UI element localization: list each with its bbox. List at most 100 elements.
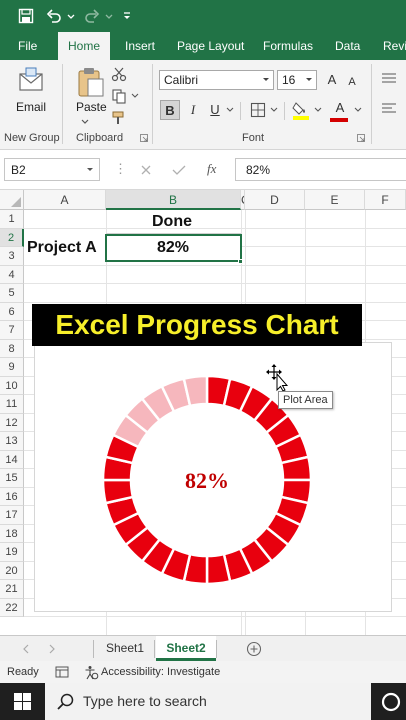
cortana-icon[interactable] [380, 691, 402, 713]
borders-dropdown-icon[interactable] [270, 107, 278, 113]
save-icon[interactable] [18, 8, 34, 24]
row-header-3[interactable]: 3 [0, 247, 24, 266]
row-header-1[interactable]: 1 [0, 210, 24, 229]
tab-home[interactable]: Home [58, 32, 111, 60]
cell-b1-text: Done [152, 213, 192, 230]
gridline-row [24, 301, 406, 303]
sheet-tab-sheet2[interactable]: Sheet2 [156, 636, 216, 661]
tab-data[interactable]: Data [335, 39, 360, 53]
column-header-e[interactable]: E [305, 190, 365, 210]
email-icon[interactable] [17, 66, 45, 94]
fill-handle[interactable] [238, 259, 243, 264]
group-divider [62, 64, 63, 144]
undo-dropdown-icon[interactable] [66, 8, 76, 24]
enter-icon[interactable] [172, 164, 186, 176]
grow-font-button[interactable]: A [322, 70, 342, 90]
customize-quick-access-icon[interactable] [122, 8, 132, 24]
fill-color-dropdown-icon[interactable] [314, 107, 322, 113]
font-color-button[interactable]: A [330, 98, 350, 118]
formula-input[interactable]: 82% [235, 158, 406, 181]
italic-button[interactable]: I [183, 100, 203, 120]
paste-dropdown-icon[interactable] [80, 118, 90, 126]
more-icon: ⋮ [114, 161, 127, 176]
separator [284, 102, 285, 120]
fill-color-icon[interactable] [292, 100, 310, 120]
align-top-icon[interactable] [381, 72, 397, 86]
row-header-12[interactable]: 12 [0, 413, 24, 432]
select-all-corner[interactable] [0, 190, 24, 210]
accessibility-status[interactable]: Accessibility: Investigate [101, 666, 220, 678]
font-color-dropdown-icon[interactable] [354, 107, 362, 113]
separator [93, 640, 94, 658]
taskbar-search-box[interactable]: Type here to search [45, 683, 371, 720]
row-header-5[interactable]: 5 [0, 284, 24, 303]
insert-function-button[interactable]: fx [207, 161, 216, 177]
row-header-17[interactable]: 17 [0, 506, 24, 525]
format-painter-icon[interactable] [111, 110, 127, 126]
row-header-20[interactable]: 20 [0, 561, 24, 580]
ribbon: Email New Group Paste Clipboard Calibri … [0, 60, 406, 150]
new-group-label: New Group [4, 132, 60, 144]
row-header-13[interactable]: 13 [0, 432, 24, 451]
row-header-22[interactable]: 22 [0, 598, 24, 617]
row-header-10[interactable]: 10 [0, 376, 24, 395]
font-launcher-icon[interactable] [357, 134, 365, 142]
copy-dropdown-icon[interactable] [131, 92, 139, 100]
row-header-21[interactable]: 21 [0, 580, 24, 599]
tab-formulas[interactable]: Formulas [263, 39, 313, 53]
row-header-11[interactable]: 11 [0, 395, 24, 414]
row-header-19[interactable]: 19 [0, 543, 24, 562]
tab-review[interactable]: Revie [383, 39, 406, 53]
cell-a2-text: Project A [27, 239, 97, 256]
borders-icon[interactable] [250, 102, 266, 118]
macro-recorder-icon[interactable] [55, 665, 69, 679]
chevron-down-icon [306, 78, 312, 81]
undo-icon[interactable] [46, 8, 62, 24]
email-button[interactable]: Email [16, 100, 46, 114]
scroll-left-icon[interactable] [22, 644, 30, 654]
align-left-icon[interactable] [381, 102, 397, 116]
cut-icon[interactable] [111, 66, 127, 82]
row-header-15[interactable]: 15 [0, 469, 24, 488]
row-header-8[interactable]: 8 [0, 339, 24, 358]
font-size-dropdown[interactable]: 16 [277, 70, 317, 90]
tab-insert[interactable]: Insert [125, 39, 155, 53]
scroll-right-icon[interactable] [48, 644, 56, 654]
bold-button[interactable]: B [160, 100, 180, 120]
chevron-down-icon [263, 78, 269, 81]
row-header-14[interactable]: 14 [0, 450, 24, 469]
underline-button[interactable]: U [205, 100, 225, 120]
paste-icon[interactable] [75, 66, 105, 98]
doughnut-chart[interactable]: 82% [35, 343, 393, 613]
row-header-9[interactable]: 9 [0, 358, 24, 377]
row-header-16[interactable]: 16 [0, 487, 24, 506]
column-header-b[interactable]: B [106, 190, 241, 210]
redo-dropdown-icon[interactable] [104, 8, 114, 24]
underline-dropdown-icon[interactable] [226, 107, 234, 113]
row-header-2[interactable]: 2 [0, 228, 24, 247]
column-header-f[interactable]: F [365, 190, 406, 210]
font-name-dropdown[interactable]: Calibri [159, 70, 274, 90]
cancel-icon[interactable] [140, 164, 152, 176]
redo-icon[interactable] [84, 8, 100, 24]
column-header-a[interactable]: A [24, 190, 106, 210]
sheet-tab-sheet1[interactable]: Sheet1 [96, 636, 154, 661]
clipboard-launcher-icon[interactable] [140, 134, 148, 142]
gridline-row [24, 616, 406, 617]
row-header-4[interactable]: 4 [0, 265, 24, 284]
windows-start-icon[interactable] [14, 693, 31, 710]
chart-area[interactable]: 82% [34, 342, 392, 612]
clipboard-label: Clipboard [76, 132, 124, 144]
accessibility-icon[interactable] [84, 665, 99, 680]
row-header-7[interactable]: 7 [0, 321, 24, 340]
add-sheet-icon[interactable] [246, 641, 262, 657]
copy-icon[interactable] [111, 88, 127, 104]
row-header-18[interactable]: 18 [0, 524, 24, 543]
tab-page-layout[interactable]: Page Layout [177, 39, 244, 53]
tab-file[interactable]: File [18, 39, 37, 53]
column-header-d[interactable]: D [245, 190, 305, 210]
shrink-font-button[interactable]: A [342, 72, 362, 92]
name-box[interactable]: B2 [4, 158, 100, 181]
row-header-6[interactable]: 6 [0, 302, 24, 321]
paste-button[interactable]: Paste [76, 100, 107, 114]
